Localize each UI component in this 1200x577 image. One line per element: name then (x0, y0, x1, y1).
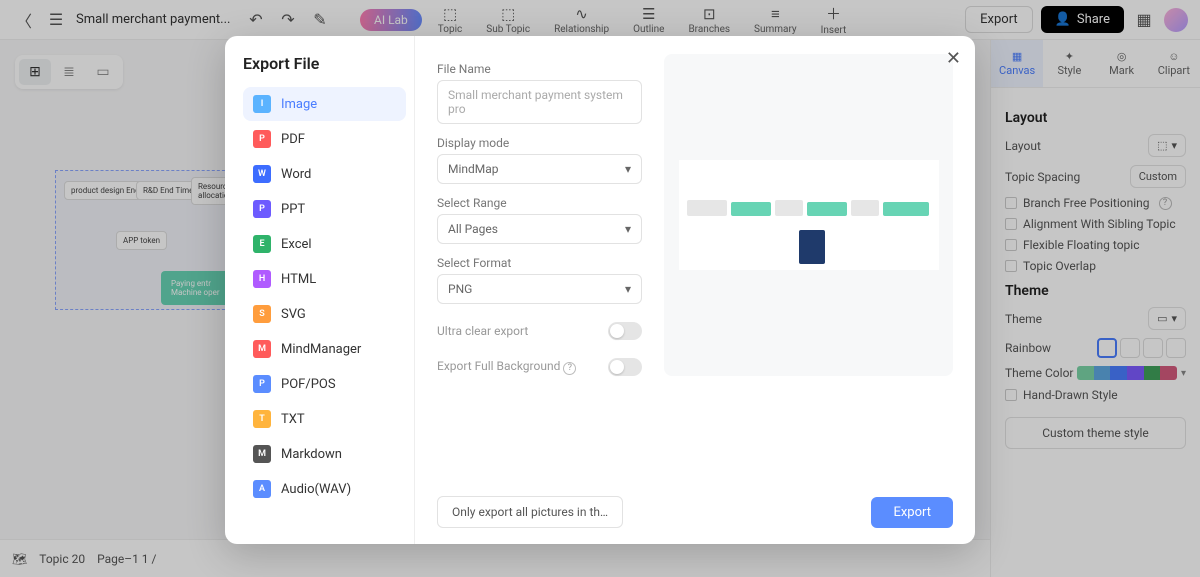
format-audio-wav-[interactable]: AAudio(WAV) (243, 472, 406, 506)
format-excel[interactable]: EExcel (243, 227, 406, 261)
export-confirm-button[interactable]: Export (871, 497, 953, 528)
modal-overlay: ✕ Export File IImagePPDFWWordPPPTEExcelH… (0, 0, 1200, 577)
export-modal: ✕ Export File IImagePPDFWWordPPPTEExcelH… (225, 36, 975, 544)
export-settings: File Name Small merchant payment system … (415, 36, 975, 544)
format-label: Select Format (437, 256, 642, 270)
format-word[interactable]: WWord (243, 157, 406, 191)
export-preview (664, 54, 953, 376)
file-name-label: File Name (437, 62, 642, 76)
format-pdf[interactable]: PPDF (243, 122, 406, 156)
format-svg[interactable]: SSVG (243, 297, 406, 331)
format-pof-pos[interactable]: PPOF/POS (243, 367, 406, 401)
export-format-sidebar: Export File IImagePPDFWWordPPPTEExcelHHT… (225, 36, 415, 544)
full-bg-toggle[interactable] (608, 358, 642, 376)
only-export-pictures-button[interactable]: Only export all pictures in th… (437, 496, 623, 528)
help-icon[interactable]: ? (563, 362, 576, 375)
format-markdown[interactable]: MMarkdown (243, 437, 406, 471)
format-mindmanager[interactable]: MMindManager (243, 332, 406, 366)
modal-title: Export File (243, 54, 406, 73)
format-ppt[interactable]: PPPT (243, 192, 406, 226)
format-html[interactable]: HHTML (243, 262, 406, 296)
format-select[interactable]: PNG▾ (437, 274, 642, 304)
format-txt[interactable]: TTXT (243, 402, 406, 436)
file-name-input[interactable]: Small merchant payment system pro (437, 80, 642, 124)
ultra-clear-label: Ultra clear export (437, 324, 528, 338)
display-mode-select[interactable]: MindMap▾ (437, 154, 642, 184)
ultra-clear-toggle[interactable] (608, 322, 642, 340)
range-label: Select Range (437, 196, 642, 210)
full-bg-label: Export Full Background? (437, 359, 576, 375)
display-mode-label: Display mode (437, 136, 642, 150)
range-select[interactable]: All Pages▾ (437, 214, 642, 244)
close-icon[interactable]: ✕ (946, 48, 961, 69)
format-image[interactable]: IImage (243, 87, 406, 121)
